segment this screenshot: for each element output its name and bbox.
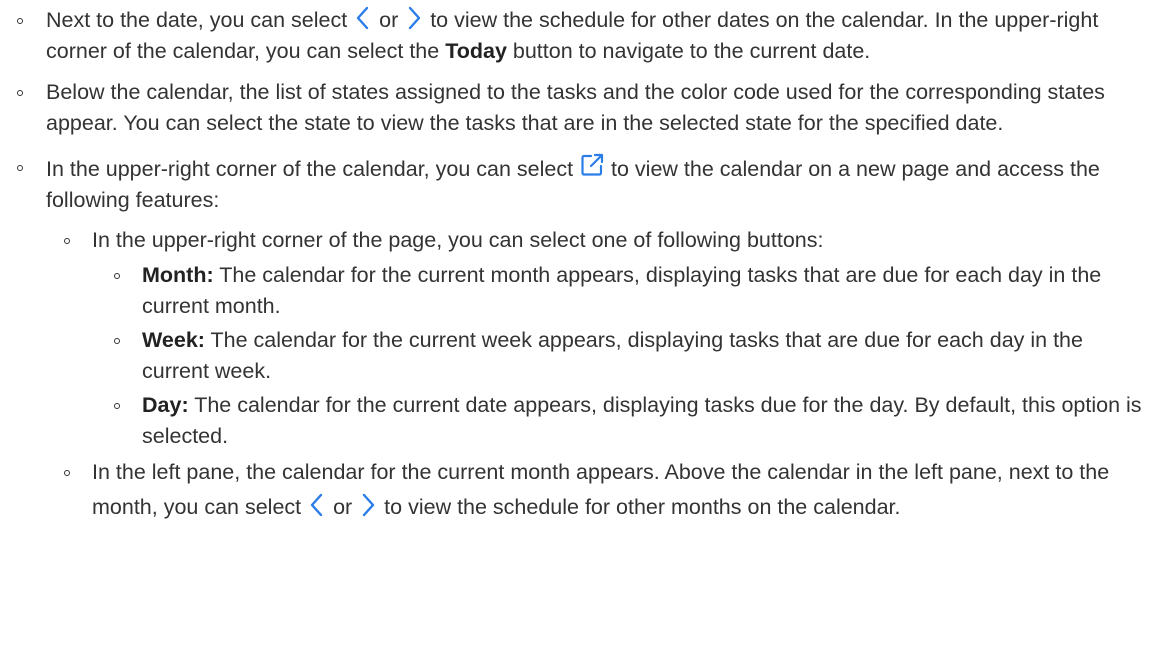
bullet-marker: [114, 273, 120, 279]
document-body: Next to the date, you can select or to v…: [0, 0, 1160, 525]
sub-list: In the upper-right corner of the page, y…: [46, 225, 1146, 525]
bullet-marker: [114, 338, 120, 344]
bullet-marker: [17, 90, 23, 96]
list-item: In the left pane, the calendar for the c…: [64, 455, 1152, 525]
list-item: In the upper-right corner of the page, y…: [64, 225, 1152, 452]
bullet-marker: [64, 470, 70, 476]
list-item-day: Day: The calendar for the current date a…: [114, 390, 1152, 452]
list-item: Next to the date, you can select or to v…: [17, 5, 1146, 67]
external-link-icon: [581, 153, 604, 176]
list-item-month: Month: The calendar for the current mont…: [114, 260, 1152, 322]
bullet-marker: [17, 165, 23, 171]
chevron-left-icon: [310, 493, 323, 517]
chevron-right-icon: [363, 493, 375, 517]
bullet-marker: [17, 18, 23, 24]
list-item-week: Week: The calendar for the current week …: [114, 325, 1152, 387]
bullet-marker: [64, 238, 70, 244]
list-item: Below the calendar, the list of states a…: [17, 77, 1146, 139]
chevron-left-icon: [356, 6, 369, 30]
list-item: In the upper-right corner of the calenda…: [17, 152, 1146, 525]
chevron-right-icon: [409, 6, 421, 30]
today-label: Today: [445, 39, 507, 63]
sub-sub-list: Month: The calendar for the current mont…: [92, 260, 1152, 452]
bullet-list: Next to the date, you can select or to v…: [0, 5, 1160, 525]
bullet-marker: [114, 403, 120, 409]
